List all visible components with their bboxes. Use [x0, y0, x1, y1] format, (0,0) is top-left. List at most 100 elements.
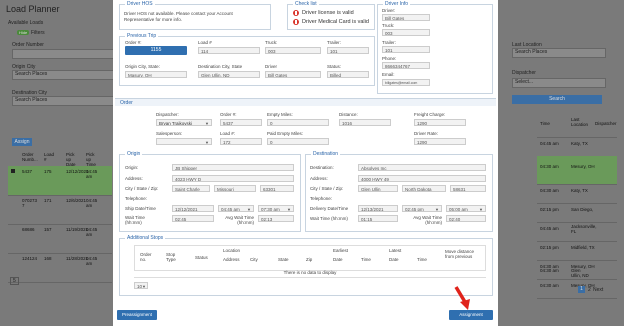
delivery-time-end-value: 05:00 am: [449, 207, 468, 212]
row-date: 11/28/2021: [66, 256, 89, 261]
email-field[interactable]: billgates@email.com: [382, 79, 430, 86]
dest-zip-field[interactable]: 58631: [450, 185, 486, 192]
load-number-field[interactable]: 172: [220, 138, 262, 145]
table-row[interactable]: 04:30 amMesury, OH: [537, 279, 617, 299]
trailer-field[interactable]: 101: [382, 46, 430, 53]
empty-miles-field[interactable]: 0: [267, 119, 329, 126]
prev-truck-field[interactable]: 003: [265, 47, 321, 54]
distance-label: Distance:: [339, 112, 358, 117]
page-size-select[interactable]: 5: [10, 277, 19, 285]
driver-rate-field[interactable]: 1290: [414, 138, 466, 145]
table-row[interactable]: 124124 168 11/28/2021 04:45 am: [8, 253, 112, 283]
preassignment-button[interactable]: Preassignment: [117, 310, 157, 320]
prev-dest-label: Destination City, State: [198, 64, 243, 69]
col-order-number: Order Numb...: [22, 152, 38, 162]
delivery-datetime-label: Delivery Date/Time: [310, 206, 349, 211]
driver-info-legend: Driver Info: [383, 1, 411, 7]
paid-empty-miles-field[interactable]: 0: [267, 138, 329, 145]
pager-page-1[interactable]: 1: [578, 286, 585, 293]
order-section-header: Order: [115, 98, 496, 106]
prev-order-link[interactable]: 1155: [125, 46, 187, 55]
origin-avg-wait-field[interactable]: 02:13: [258, 215, 294, 222]
driver-hos-message: Driver HOS not available. Please contact…: [124, 11, 233, 22]
last-location-input[interactable]: Search Places: [512, 48, 606, 58]
row-date: 12/12/2021: [66, 169, 89, 174]
truck-field[interactable]: 003: [382, 29, 430, 36]
origin-state-field[interactable]: Missouri: [214, 185, 256, 192]
delivery-time-end[interactable]: 05:00 am ▼: [446, 205, 486, 212]
origin-label: Origin:: [125, 165, 139, 170]
chevron-down-icon: ▼: [247, 207, 251, 212]
origin-legend: Origin: [125, 151, 143, 157]
destination-city-input[interactable]: Search Places: [12, 96, 116, 106]
stops-table: Order no. Stop Type Status Location Addr…: [134, 245, 486, 271]
table-row[interactable]: 04:30 am Katy, TX: [537, 184, 617, 204]
col-pickup-date: Pick up Date: [66, 152, 76, 167]
origin-city-field[interactable]: Saint Charle: [172, 185, 210, 192]
search-button[interactable]: Search: [512, 95, 602, 104]
col-zip: Zip: [306, 257, 313, 262]
salesperson-select[interactable]: ▼: [156, 138, 212, 145]
table-row[interactable]: 5437 175 12/12/2021 04:45 am: [8, 166, 112, 196]
row-checkbox[interactable]: [11, 169, 15, 173]
ship-date-field[interactable]: 12/12/2021: [172, 205, 214, 212]
dest-address-field[interactable]: 4000 HWY 49: [358, 175, 486, 182]
prev-load-label: Load #: [198, 40, 212, 45]
row-time: 04:45 am: [86, 227, 98, 237]
table-row[interactable]: 68686 157 11/19/2021 04:45 am: [8, 224, 112, 254]
row-time: 04:45 am: [540, 226, 559, 231]
dest-avg-wait-field[interactable]: 02:40: [446, 215, 486, 222]
assignment-button[interactable]: Assignment: [449, 310, 493, 320]
delivery-time-start[interactable]: 02:45 pm ▼: [402, 205, 442, 212]
truck-label: Truck:: [382, 23, 395, 28]
prev-status-field[interactable]: Billed: [327, 71, 369, 78]
assign-button[interactable]: Assign: [12, 138, 32, 146]
stops-page-size-select[interactable]: 10 ▼: [134, 282, 148, 289]
empty-miles-label: Empty Miles:: [267, 112, 293, 117]
row-time: 02:15 pm: [540, 245, 559, 250]
prev-driver-field[interactable]: Bill Gates: [265, 71, 321, 78]
row-location: Katy, TX: [571, 141, 588, 146]
table-row[interactable]: 070273 7 171 12/6/2021 04:45 am: [8, 195, 112, 225]
row-time: 04:45 am: [86, 256, 98, 266]
col-stop-type: Stop Type: [166, 252, 176, 262]
prev-dest-field[interactable]: Glen Ullin, ND: [198, 71, 260, 78]
dest-state-field[interactable]: North Dakota: [402, 185, 446, 192]
pager-page-2[interactable]: 2: [588, 287, 591, 293]
table-row[interactable]: 04:45 am Jacksonville, FL: [537, 222, 617, 242]
prev-trailer-field[interactable]: 101: [327, 47, 369, 54]
prev-load-field[interactable]: 114: [198, 47, 260, 54]
table-row[interactable]: 02:15 pm Midfield, TX: [537, 241, 617, 261]
chevron-down-icon: ▼: [479, 207, 483, 212]
phone-field[interactable]: 8666344767: [382, 62, 430, 69]
delivery-date-field[interactable]: 12/13/2021: [358, 205, 398, 212]
origin-wait-field[interactable]: 02:45: [172, 215, 214, 222]
order-number-field[interactable]: 5437: [220, 119, 262, 126]
dest-city-field[interactable]: Glen Ullin: [358, 185, 398, 192]
distance-field[interactable]: 1016: [339, 119, 391, 126]
driver-field[interactable]: Bill Gates: [382, 14, 430, 21]
origin-zip-field[interactable]: 63301: [260, 185, 294, 192]
dispatcher-select[interactable]: Select...: [512, 78, 606, 88]
order-number-input[interactable]: [12, 49, 114, 59]
table-row[interactable]: 04:30 amMesury, OH: [537, 156, 617, 185]
origin-address-label: Address:: [125, 176, 143, 181]
table-row[interactable]: 04:45 am Katy, TX: [537, 137, 617, 157]
freight-charge-field[interactable]: 1290: [414, 119, 466, 126]
ship-time-start[interactable]: 04:45 am ▼: [218, 205, 254, 212]
page-title: Load Planner: [6, 4, 60, 14]
origin-city-input[interactable]: Search Places: [12, 70, 116, 80]
col-dispatcher: Dispatcher: [595, 121, 617, 126]
pager-next[interactable]: Next: [593, 287, 603, 293]
ship-time-end[interactable]: 07:30 am ▼: [258, 205, 294, 212]
dest-wait-field[interactable]: 01:15: [358, 215, 398, 222]
table-row[interactable]: 02:15 pm San Diego,: [537, 203, 617, 223]
dispatcher-select[interactable]: Bryan Trajkovski ▼: [156, 119, 212, 126]
order-section-title: Order: [120, 100, 133, 106]
origin-address-field[interactable]: 4023 HWY D: [172, 175, 294, 182]
col-earliest: Earliest: [333, 248, 349, 253]
destination-field[interactable]: Absolves Inc: [358, 164, 486, 171]
origin-field[interactable]: JB Shipper: [172, 164, 294, 171]
prev-origin-field[interactable]: Masury, OH: [125, 71, 187, 78]
hide-filters-badge[interactable]: Hide: [17, 30, 30, 35]
